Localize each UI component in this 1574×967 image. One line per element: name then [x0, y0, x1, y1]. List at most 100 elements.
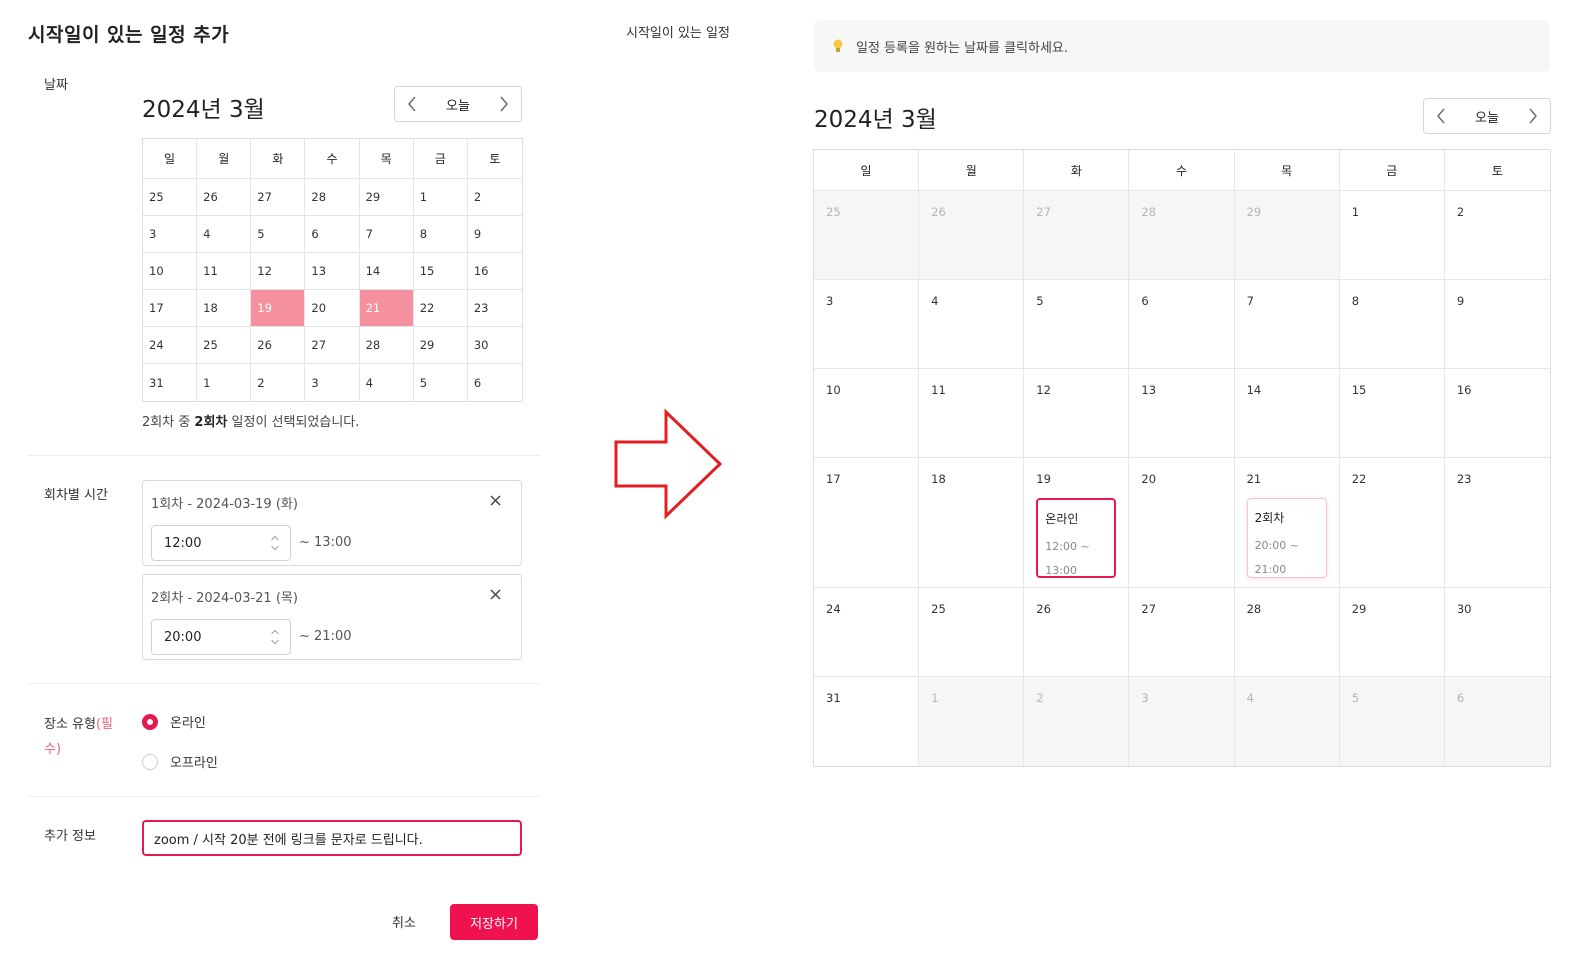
- day-cell-other-month[interactable]: 27: [1024, 191, 1130, 280]
- day-cell[interactable]: 11: [919, 369, 1025, 458]
- day-cell[interactable]: 7: [359, 216, 414, 253]
- day-cell-other-month[interactable]: 25: [814, 191, 920, 280]
- radio-online[interactable]: 온라인: [142, 712, 206, 731]
- day-cell[interactable]: 13: [305, 253, 360, 290]
- day-cell[interactable]: 29: [413, 327, 468, 364]
- day-cell[interactable]: 17: [814, 458, 920, 588]
- day-cell-other-month[interactable]: 3: [1129, 677, 1235, 766]
- day-cell[interactable]: 2: [251, 364, 306, 401]
- day-cell[interactable]: 13: [1129, 369, 1235, 458]
- day-cell[interactable]: 4: [197, 216, 252, 253]
- day-cell-other-month[interactable]: 1: [919, 677, 1025, 766]
- save-button[interactable]: 저장하기: [450, 904, 538, 940]
- day-cell[interactable]: 5: [1024, 280, 1130, 369]
- today-button[interactable]: 오늘: [1475, 107, 1499, 126]
- day-cell[interactable]: 6: [468, 364, 522, 401]
- day-cell[interactable]: 28: [359, 327, 414, 364]
- day-cell[interactable]: 25: [197, 327, 252, 364]
- prev-month-button[interactable]: [1432, 107, 1450, 125]
- day-cell-selected[interactable]: 19: [251, 290, 306, 327]
- start-time-input[interactable]: 20:00: [151, 619, 291, 655]
- radio-checked-icon[interactable]: [142, 713, 158, 730]
- day-cell[interactable]: 5: [414, 364, 468, 401]
- day-cell[interactable]: 4: [360, 364, 414, 401]
- day-cell[interactable]: 29: [1339, 588, 1445, 677]
- day-cell[interactable]: 4: [919, 280, 1025, 369]
- day-cell[interactable]: 6: [1129, 280, 1235, 369]
- day-cell[interactable]: 9: [1444, 280, 1550, 369]
- day-cell[interactable]: 18: [919, 458, 1025, 588]
- day-cell[interactable]: 23: [1444, 458, 1550, 588]
- remove-session-button[interactable]: [490, 585, 501, 605]
- day-cell[interactable]: 15: [1339, 369, 1445, 458]
- day-cell[interactable]: 26: [251, 327, 306, 364]
- day-cell[interactable]: 1: [413, 179, 468, 216]
- day-cell[interactable]: 10: [143, 253, 198, 290]
- day-cell-other-month[interactable]: 2: [1024, 677, 1130, 766]
- day-cell[interactable]: 8: [413, 216, 468, 253]
- day-cell-other-month[interactable]: 26: [919, 191, 1025, 280]
- day-cell[interactable]: 7: [1234, 280, 1340, 369]
- day-cell[interactable]: 22: [413, 290, 468, 327]
- day-cell[interactable]: 25: [919, 588, 1025, 677]
- day-cell-other-month[interactable]: 6: [1444, 677, 1550, 766]
- day-cell[interactable]: 21 2회차 20:00 ~ 21:00: [1234, 458, 1340, 588]
- day-cell[interactable]: 27: [251, 179, 306, 216]
- day-cell[interactable]: 20: [305, 290, 360, 327]
- day-cell[interactable]: 27: [1129, 588, 1235, 677]
- day-cell[interactable]: 29: [359, 179, 414, 216]
- day-cell[interactable]: 31: [814, 677, 920, 766]
- cancel-button[interactable]: 취소: [392, 912, 416, 931]
- day-cell[interactable]: 22: [1339, 458, 1445, 588]
- radio-unchecked-icon[interactable]: [142, 753, 158, 770]
- day-cell[interactable]: 14: [1234, 369, 1340, 458]
- next-month-button[interactable]: [495, 95, 513, 113]
- day-cell[interactable]: 30: [467, 327, 522, 364]
- day-cell[interactable]: 6: [305, 216, 360, 253]
- extra-info-input[interactable]: zoom / 시작 20분 전에 링크를 문자로 드립니다.: [142, 820, 522, 856]
- stepper-icon[interactable]: [270, 534, 280, 552]
- day-cell[interactable]: 16: [1444, 369, 1550, 458]
- day-cell[interactable]: 5: [251, 216, 306, 253]
- next-month-button[interactable]: [1524, 107, 1542, 125]
- start-time-input[interactable]: 12:00: [151, 525, 291, 561]
- day-cell[interactable]: 28: [305, 179, 360, 216]
- day-cell[interactable]: 25: [143, 179, 198, 216]
- day-cell[interactable]: 3: [305, 364, 360, 401]
- day-cell[interactable]: 17: [143, 290, 198, 327]
- day-cell[interactable]: 2: [1444, 191, 1550, 280]
- day-cell[interactable]: 10: [814, 369, 920, 458]
- day-cell[interactable]: 24: [814, 588, 920, 677]
- day-cell[interactable]: 23: [467, 290, 522, 327]
- day-cell[interactable]: 11: [197, 253, 252, 290]
- remove-session-button[interactable]: [490, 491, 501, 511]
- day-cell[interactable]: 8: [1339, 280, 1445, 369]
- day-cell[interactable]: 12: [251, 253, 306, 290]
- day-cell[interactable]: 26: [1024, 588, 1130, 677]
- stepper-icon[interactable]: [270, 628, 280, 646]
- day-cell[interactable]: 3: [814, 280, 920, 369]
- day-cell[interactable]: 20: [1129, 458, 1235, 588]
- day-cell-other-month[interactable]: 5: [1339, 677, 1445, 766]
- day-cell[interactable]: 28: [1234, 588, 1340, 677]
- day-cell[interactable]: 14: [359, 253, 414, 290]
- day-cell[interactable]: 2: [467, 179, 522, 216]
- day-cell-other-month[interactable]: 4: [1234, 677, 1340, 766]
- event-card-session-2[interactable]: 2회차 20:00 ~ 21:00: [1246, 498, 1327, 578]
- day-cell[interactable]: 3: [143, 216, 198, 253]
- day-cell[interactable]: 16: [467, 253, 522, 290]
- day-cell[interactable]: 31: [143, 364, 198, 401]
- day-cell-other-month[interactable]: 29: [1234, 191, 1340, 280]
- radio-offline[interactable]: 오프라인: [142, 752, 218, 771]
- day-cell[interactable]: 24: [143, 327, 198, 364]
- day-cell[interactable]: 30: [1444, 588, 1550, 677]
- event-card-online[interactable]: 온라인 12:00 ~ 13:00: [1036, 498, 1117, 578]
- day-cell[interactable]: 18: [197, 290, 252, 327]
- today-button[interactable]: 오늘: [446, 95, 470, 114]
- day-cell[interactable]: 19 온라인 12:00 ~ 13:00: [1024, 458, 1130, 588]
- day-cell[interactable]: 12: [1024, 369, 1130, 458]
- day-cell[interactable]: 1: [1339, 191, 1445, 280]
- day-cell[interactable]: 9: [467, 216, 522, 253]
- day-cell[interactable]: 27: [305, 327, 360, 364]
- day-cell[interactable]: 1: [197, 364, 252, 401]
